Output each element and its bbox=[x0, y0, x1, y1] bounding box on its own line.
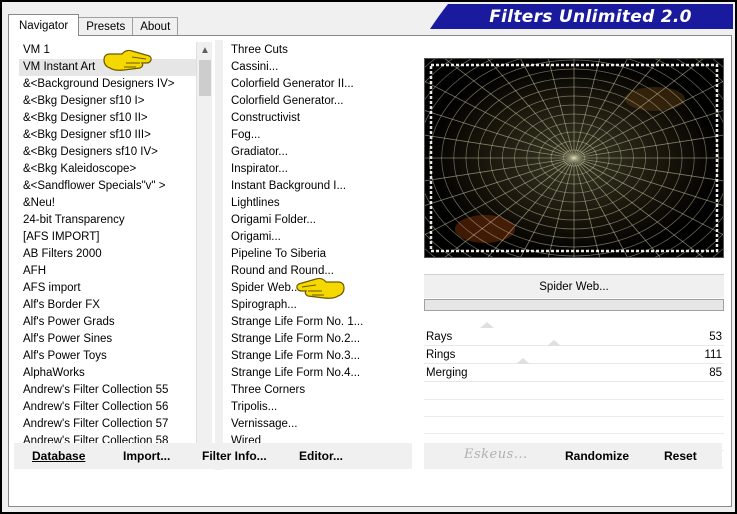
tab-strip: Navigator Presets About bbox=[8, 14, 179, 36]
param-rings[interactable]: Rings 111 bbox=[424, 340, 724, 364]
filter-item[interactable]: Colorfield Generator... bbox=[227, 93, 417, 110]
navigator-panel: VM 1 VM Instant Art &<Background Designers… bbox=[8, 35, 732, 507]
filter-item[interactable]: Vernissage... bbox=[227, 416, 417, 433]
filter-item[interactable]: Strange Life Form No.3... bbox=[227, 348, 417, 365]
filter-item[interactable]: Strange Life Form No.2... bbox=[227, 331, 417, 348]
spider-web-preview bbox=[425, 59, 723, 257]
slider-marker[interactable] bbox=[516, 358, 530, 364]
category-item[interactable]: AB Filters 2000 bbox=[19, 246, 203, 263]
filter-item[interactable]: Tripolis... bbox=[227, 399, 417, 416]
filter-item[interactable]: Strange Life Form No. 1... bbox=[227, 314, 417, 331]
category-item[interactable]: [AFS IMPORT] bbox=[19, 229, 203, 246]
param-rings-value: 111 bbox=[704, 349, 722, 361]
filter-item[interactable]: Strange Life Form No.4... bbox=[227, 365, 417, 382]
title-banner: Filters Unlimited 2.0 bbox=[430, 4, 733, 29]
param-merging-label: Merging bbox=[426, 367, 468, 379]
filter-item[interactable]: Origami... bbox=[227, 229, 417, 246]
category-item[interactable]: Andrew's Filter Collection 56 bbox=[19, 399, 203, 416]
tab-presets[interactable]: Presets bbox=[78, 17, 134, 36]
filter-info-button[interactable]: Filter Info... bbox=[202, 443, 267, 469]
bottom-toolbar-right: Eskeus... Randomize Reset bbox=[424, 443, 722, 469]
filter-item[interactable]: Three Corners bbox=[227, 382, 417, 399]
category-item[interactable]: &<Bkg Designer sf10 I> bbox=[19, 93, 203, 110]
progress-bar bbox=[424, 299, 724, 311]
category-item[interactable]: &<Bkg Designer sf10 III> bbox=[19, 127, 203, 144]
category-item[interactable]: &<Background Designers IV> bbox=[19, 76, 203, 93]
category-item[interactable]: &<Bkg Kaleidoscope> bbox=[19, 161, 203, 178]
param-rays-value: 53 bbox=[709, 331, 722, 343]
reset-button[interactable]: Reset bbox=[664, 443, 697, 469]
category-item[interactable]: AlphaWorks bbox=[19, 365, 203, 382]
category-item[interactable]: &<Sandflower Specials"v" > bbox=[19, 178, 203, 195]
filter-item[interactable]: Origami Folder... bbox=[227, 212, 417, 229]
signature-watermark: Eskeus... bbox=[464, 447, 528, 462]
slider-marker[interactable] bbox=[480, 322, 494, 328]
filter-item[interactable]: Instant Background I... bbox=[227, 178, 417, 195]
scroll-up-arrow-icon[interactable]: ▲ bbox=[197, 42, 213, 58]
list-divider bbox=[215, 40, 223, 470]
import-button[interactable]: Import... bbox=[123, 443, 170, 469]
param-merging[interactable]: Merging 85 bbox=[424, 358, 724, 382]
filters-unlimited-window: Navigator Presets About Filters Unlimite… bbox=[0, 0, 737, 514]
category-item[interactable]: AFS import bbox=[19, 280, 203, 297]
category-item[interactable]: &<Bkg Designers sf10 IV> bbox=[19, 144, 203, 161]
category-item[interactable]: Andrew's Filter Collection 57 bbox=[19, 416, 203, 433]
pointing-hand-icon bbox=[296, 277, 345, 299]
parameter-list: Rays 53 Rings 111 Merging 85 bbox=[424, 322, 724, 382]
tab-navigator[interactable]: Navigator bbox=[8, 14, 80, 36]
category-item[interactable]: Andrew's Filter Collection 55 bbox=[19, 382, 203, 399]
param-rays-label: Rays bbox=[426, 331, 453, 343]
filter-item[interactable]: Gradiator... bbox=[227, 144, 417, 161]
category-item[interactable]: &Neu! bbox=[19, 195, 203, 212]
category-item[interactable]: &<Bkg Designer sf10 II> bbox=[19, 110, 203, 127]
filter-item[interactable]: Lightlines bbox=[227, 195, 417, 212]
category-item[interactable]: Alf's Power Sines bbox=[19, 331, 203, 348]
category-item[interactable]: Alf's Border FX bbox=[19, 297, 203, 314]
category-item[interactable]: Alf's Power Grads bbox=[19, 314, 203, 331]
preview-image bbox=[424, 58, 724, 258]
filter-item[interactable]: Inspirator... bbox=[227, 161, 417, 178]
scroll-thumb[interactable] bbox=[199, 60, 211, 96]
tab-about[interactable]: About bbox=[132, 17, 179, 36]
category-scrollbar[interactable]: ▲ ▼ bbox=[196, 42, 212, 466]
param-rays[interactable]: Rays 53 bbox=[424, 322, 724, 346]
category-item[interactable]: AFH bbox=[19, 263, 203, 280]
filter-item[interactable]: Cassini... bbox=[227, 59, 417, 76]
filter-item[interactable]: Constructivist bbox=[227, 110, 417, 127]
pointing-hand-icon bbox=[103, 49, 152, 71]
randomize-button[interactable]: Randomize bbox=[565, 443, 629, 469]
filter-item[interactable]: Fog... bbox=[227, 127, 417, 144]
editor-button[interactable]: Editor... bbox=[299, 443, 343, 469]
slider-marker[interactable] bbox=[547, 340, 561, 346]
filter-list[interactable]: Three Cuts Cassini... Colorfield Generator… bbox=[227, 42, 417, 466]
filter-item[interactable]: Three Cuts bbox=[227, 42, 417, 59]
selected-filter-name: Spider Web... bbox=[424, 274, 724, 298]
category-item[interactable]: Alf's Power Toys bbox=[19, 348, 203, 365]
filter-item[interactable]: Colorfield Generator II... bbox=[227, 76, 417, 93]
category-list[interactable]: VM 1 VM Instant Art &<Background Designers… bbox=[19, 42, 203, 466]
bottom-toolbar: Database Import... Filter Info... Editor… bbox=[14, 443, 412, 469]
database-button[interactable]: Database bbox=[32, 443, 85, 469]
app-title: Filters Unlimited 2.0 bbox=[489, 6, 692, 27]
category-item[interactable]: 24-bit Transparency bbox=[19, 212, 203, 229]
filter-item[interactable]: Pipeline To Siberia bbox=[227, 246, 417, 263]
param-rings-label: Rings bbox=[426, 349, 456, 361]
param-merging-value: 85 bbox=[709, 367, 722, 379]
